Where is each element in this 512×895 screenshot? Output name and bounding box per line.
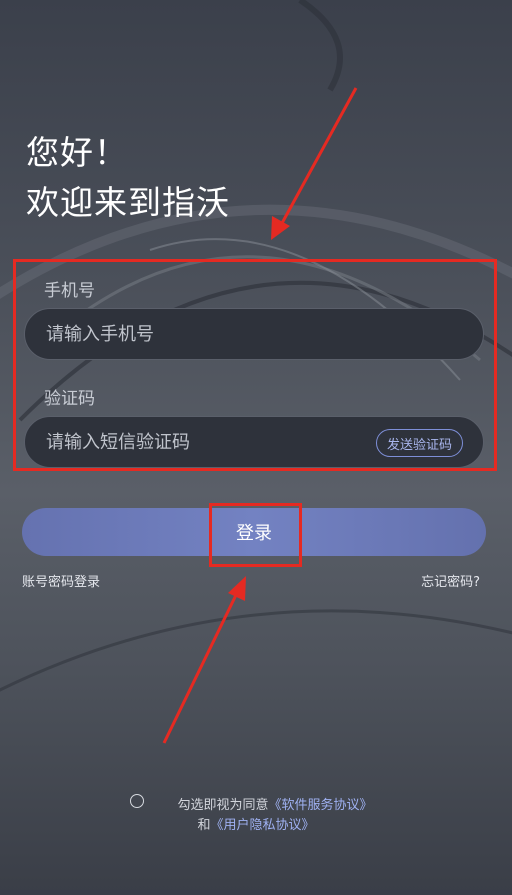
greeting-line-1: 您好！: [26, 133, 128, 172]
service-agreement-link[interactable]: 《软件服务协议》: [269, 798, 373, 813]
agreement-prefix: 勾选即视为同意: [177, 798, 269, 813]
annotation-arrow-top: [271, 87, 358, 240]
agreement-and: 和: [197, 818, 211, 833]
agreement-text-line2: 和《用户隐私协议》: [0, 814, 512, 833]
forgot-password-link[interactable]: 忘记密码?: [421, 571, 480, 590]
login-button[interactable]: 登录: [22, 508, 486, 556]
phone-field[interactable]: [24, 308, 484, 360]
code-field[interactable]: 发送验证码: [24, 416, 484, 468]
annotation-arrow-bottom: [162, 576, 246, 744]
privacy-agreement-link[interactable]: 《用户隐私协议》: [211, 818, 315, 833]
code-label: 验证码: [44, 389, 95, 409]
password-login-link[interactable]: 账号密码登录: [22, 571, 100, 590]
login-button-label: 登录: [236, 523, 272, 544]
code-input[interactable]: [25, 430, 368, 454]
send-code-button[interactable]: 发送验证码: [375, 429, 463, 457]
agreement-text: 勾选即视为同意《软件服务协议》: [0, 794, 512, 813]
phone-label: 手机号: [44, 281, 95, 301]
greeting-line-2: 欢迎来到指沃: [26, 183, 230, 222]
phone-input[interactable]: [25, 322, 368, 346]
